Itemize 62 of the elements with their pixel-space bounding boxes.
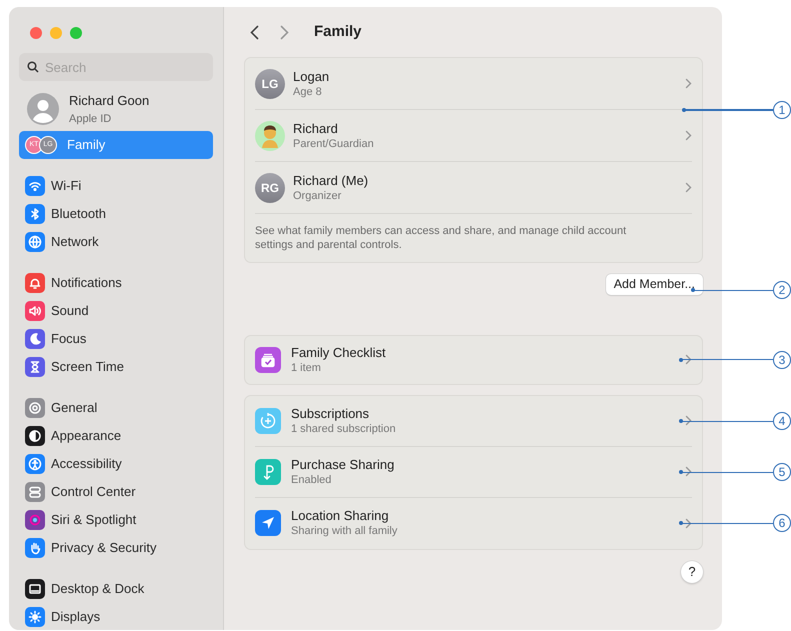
avatar-initials: RG	[255, 172, 285, 202]
sidebar-item[interactable]: Displays	[19, 603, 213, 630]
member-row[interactable]: Richard Parent/Guardian	[255, 110, 692, 162]
chevron-icon	[685, 518, 692, 529]
member-name: Logan	[293, 68, 330, 84]
account-name[interactable]: Richard Goon	[69, 91, 150, 110]
row-title: Location Sharing	[291, 508, 390, 524]
row-title: Subscriptions	[291, 406, 370, 422]
settings-row[interactable]: Family Checklist 1 item	[255, 336, 692, 384]
row-subtitle: 1 shared subscription	[291, 422, 396, 436]
window-button[interactable]	[50, 27, 62, 39]
callout-number: 6	[773, 514, 791, 532]
avatar-initials: LG	[255, 68, 285, 98]
member-row[interactable]: LG Logan Age 8	[255, 58, 692, 110]
sidebar-item[interactable]: Privacy & Security	[19, 534, 213, 562]
chevron-icon	[685, 466, 692, 478]
sidebar-item[interactable]: Control Center	[19, 478, 213, 506]
callout-number: 5	[773, 463, 791, 482]
help-button[interactable]: ?	[681, 560, 703, 583]
member-role: Organizer	[293, 188, 342, 202]
member-name: Richard	[293, 120, 339, 136]
sidebar-item[interactable]: Appearance	[19, 422, 213, 450]
chevron-icon	[685, 415, 692, 426]
sidebar-item[interactable]: Siri & Spotlight	[19, 506, 213, 534]
member-role: Parent/Guardian	[293, 136, 374, 150]
row-subtitle: Enabled	[291, 472, 332, 487]
row-title: Family Checklist	[291, 344, 386, 361]
row-subtitle: Sharing with all family	[291, 524, 398, 538]
member-row[interactable]: RG Richard (Me) Organizer	[255, 162, 692, 214]
callout-number: 3	[773, 350, 791, 369]
sidebar-item[interactable]: Accessibility	[19, 450, 213, 478]
sidebar-item[interactable]: General	[19, 394, 213, 422]
member-role: Age 8	[293, 84, 323, 98]
sidebar-item[interactable]: Desktop & Dock	[19, 575, 213, 603]
callout-number: 2	[773, 281, 791, 300]
window-button[interactable]	[30, 27, 42, 39]
row-title: Purchase Sharing	[291, 456, 394, 473]
callout-number: 4	[773, 412, 791, 430]
chevron-icon	[685, 354, 692, 366]
sidebar-item[interactable]: Screen Time	[19, 353, 213, 381]
description-text: See what family members can access and share, and manage child account settings and parental controls.	[255, 224, 628, 253]
avatar-silhouette	[255, 120, 285, 150]
avatar-silhouette	[27, 93, 59, 125]
sidebar-item[interactable]: Sound	[19, 297, 213, 325]
member-name: Richard (Me)	[293, 172, 368, 188]
chevron-icon	[685, 130, 692, 141]
page-title: Family	[314, 22, 362, 42]
sidebar-item[interactable]: Focus	[19, 325, 213, 353]
sidebar-item[interactable]: Notifications	[19, 269, 213, 297]
chevron-icon	[685, 182, 692, 193]
sidebar-item[interactable]: Wi-Fi	[19, 172, 213, 200]
add-member-button[interactable]: Add Member...	[606, 274, 703, 295]
sidebar-item[interactable]: Network	[19, 228, 213, 256]
settings-row[interactable]: Location Sharing Sharing with all family	[255, 498, 692, 549]
settings-row[interactable]: Purchase Sharing Enabled	[255, 446, 692, 498]
chevron-icon	[685, 78, 692, 89]
settings-row[interactable]: Subscriptions 1 shared subscription	[255, 396, 692, 447]
account-subtitle: Apple ID	[69, 112, 112, 126]
callout-number: 1	[773, 101, 791, 119]
sidebar-item[interactable]: Bluetooth	[19, 200, 213, 228]
row-subtitle: 1 item	[291, 360, 322, 375]
window-button[interactable]	[70, 27, 82, 39]
